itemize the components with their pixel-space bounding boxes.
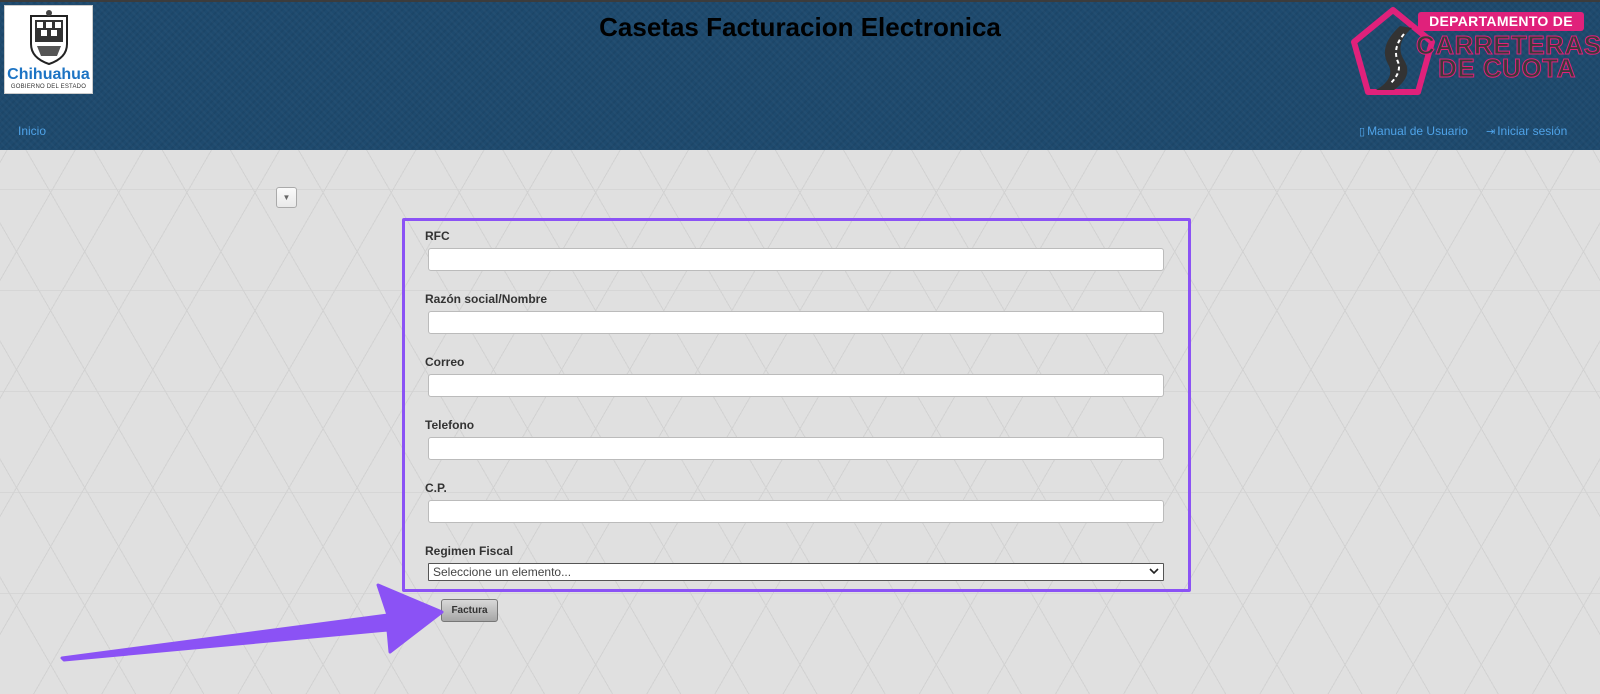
nav-manual-label: Manual de Usuario	[1367, 124, 1468, 138]
cp-input[interactable]	[428, 500, 1164, 523]
correo-label: Correo	[425, 355, 465, 369]
regimen-fiscal-label: Regimen Fiscal	[425, 544, 514, 558]
nav-inicio-link[interactable]: Inicio	[18, 124, 46, 138]
factura-button[interactable]: Factura	[441, 599, 498, 622]
telefono-input[interactable]	[428, 437, 1164, 460]
sign-in-icon: ⇥	[1486, 126, 1496, 138]
gov-logo-name: Chihuahua	[7, 66, 90, 83]
gov-logo-subtitle: GOBIERNO DEL ESTADO	[10, 84, 87, 90]
nav-login-link[interactable]: ⇥ Iniciar sesión	[1486, 124, 1567, 138]
regimen-fiscal-selected: Seleccione un elemento...	[433, 565, 572, 579]
razon-social-input[interactable]	[428, 311, 1164, 334]
cp-label: C.P.	[425, 481, 447, 495]
dept-logo-line3: DE CUOTA	[1438, 53, 1576, 84]
chevron-down-icon	[1149, 568, 1159, 575]
dept-logo-line1: DEPARTAMENTO DE	[1418, 12, 1584, 31]
top-header: Chihuahua GOBIERNO DEL ESTADO Casetas Fa…	[0, 0, 1600, 150]
nav-login-label: Iniciar sesión	[1497, 124, 1568, 138]
rfc-input[interactable]	[428, 248, 1164, 271]
collapse-toggle-button[interactable]: ▼	[276, 187, 297, 208]
rfc-label: RFC	[425, 229, 450, 243]
book-icon: ▯	[1359, 126, 1366, 138]
telefono-label: Telefono	[425, 418, 475, 432]
carreteras-de-cuota-logo: DEPARTAMENTO DE CARRETERAS DE CUOTA	[1348, 6, 1600, 96]
regimen-fiscal-select[interactable]: Seleccione un elemento...	[428, 563, 1164, 581]
form-highlight-box	[402, 218, 1191, 592]
razon-social-label: Razón social/Nombre	[425, 292, 548, 306]
nav-manual-link[interactable]: ▯ Manual de Usuario	[1359, 124, 1468, 138]
correo-input[interactable]	[428, 374, 1164, 397]
